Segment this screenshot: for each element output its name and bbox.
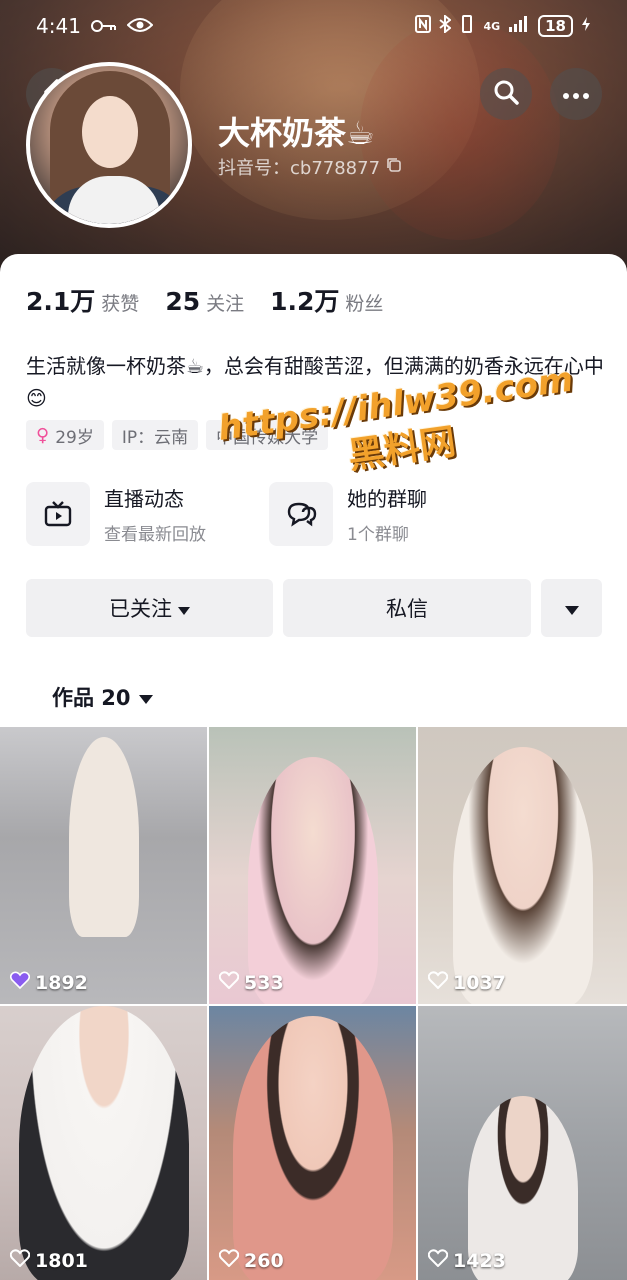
tab-works-label: 作品 20	[52, 686, 131, 710]
search-icon	[492, 78, 520, 110]
key-icon	[90, 14, 117, 38]
stat-label: 粉丝	[345, 293, 384, 315]
status-bar: 4:41 4G 18	[0, 0, 627, 52]
charging-icon	[581, 16, 591, 36]
caret-down-icon	[564, 596, 579, 620]
like-count: 260	[244, 1249, 284, 1272]
like-count: 1037	[453, 971, 506, 994]
stat-followers[interactable]: 1.2万 粉丝	[270, 282, 383, 318]
video-thumbnail[interactable]: 1892	[0, 727, 207, 1004]
female-icon: ♀	[36, 424, 50, 446]
video-likes: 260	[218, 1249, 284, 1272]
more-icon	[562, 85, 590, 104]
douyin-id[interactable]: 抖音号：cb778877	[218, 154, 402, 180]
tag-text: IP：云南	[121, 427, 189, 448]
profile-name: 大杯奶茶☕	[218, 114, 375, 152]
video-grid: 1892 533 1037 1801 260 1423	[0, 727, 627, 1280]
following-button[interactable]: 已关注	[26, 579, 273, 637]
video-thumbnail[interactable]: 260	[209, 1006, 416, 1280]
profile-card: 2.1万 获赞 25 关注 1.2万 粉丝 生活就像一杯奶茶☕，总会有甜酸苦涩，但满满…	[0, 254, 627, 734]
caret-down-icon	[178, 596, 190, 620]
heart-icon	[218, 1249, 240, 1272]
network-label: 4G	[483, 19, 501, 33]
chat-icon	[269, 482, 333, 546]
caret-down-icon	[138, 685, 153, 709]
more-options-button[interactable]	[541, 579, 602, 637]
feature-subtitle: 查看最新回放	[104, 525, 206, 545]
video-likes: 533	[218, 971, 284, 994]
group-chat-feature[interactable]: 她的群聊 1个群聊	[269, 482, 427, 546]
tag-age: ♀ 29岁	[26, 420, 104, 450]
eye-icon	[126, 14, 154, 38]
heart-icon	[427, 971, 449, 994]
stat-label: 关注	[206, 293, 245, 315]
tag-ip: IP：云南	[111, 420, 199, 450]
status-time: 4:41	[36, 14, 81, 38]
message-button[interactable]: 私信	[283, 579, 531, 637]
video-likes: 1892	[9, 971, 88, 994]
stat-value: 25	[165, 287, 201, 316]
stat-label: 获赞	[101, 293, 140, 315]
battery-indicator: 18	[538, 15, 573, 37]
stat-value: 1.2万	[270, 287, 340, 316]
video-likes: 1801	[9, 1249, 88, 1272]
feature-subtitle: 1个群聊	[347, 525, 409, 545]
vibrate-icon	[459, 15, 475, 37]
copy-icon[interactable]	[386, 157, 402, 178]
video-likes: 1423	[427, 1249, 506, 1272]
bluetooth-icon	[439, 13, 453, 37]
tv-icon	[26, 482, 90, 546]
stats-row: 2.1万 获赞 25 关注 1.2万 粉丝	[26, 282, 383, 318]
like-count: 533	[244, 971, 284, 994]
heart-icon	[427, 1249, 449, 1272]
video-thumbnail[interactable]: 1037	[418, 727, 627, 1004]
video-thumbnail[interactable]: 1801	[0, 1006, 207, 1280]
message-label: 私信	[386, 597, 428, 621]
search-button[interactable]	[480, 68, 532, 120]
feature-title: 她的群聊	[347, 487, 427, 511]
tag-text: 29岁	[55, 427, 94, 448]
like-count: 1892	[35, 971, 88, 994]
feature-title: 直播动态	[104, 487, 184, 511]
stat-likes[interactable]: 2.1万 获赞	[26, 282, 139, 318]
video-thumbnail[interactable]: 1423	[418, 1006, 627, 1280]
heart-icon	[9, 1249, 31, 1272]
avatar[interactable]	[26, 62, 192, 228]
more-button[interactable]	[550, 68, 602, 120]
heart-icon	[9, 971, 31, 994]
video-likes: 1037	[427, 971, 506, 994]
douyin-id-text: 抖音号：cb778877	[218, 158, 381, 179]
heart-icon	[218, 971, 240, 994]
like-count: 1801	[35, 1249, 88, 1272]
stat-value: 2.1万	[26, 287, 96, 316]
tab-works[interactable]: 作品 20	[52, 682, 153, 712]
video-thumbnail[interactable]: 533	[209, 727, 416, 1004]
live-feature[interactable]: 直播动态 查看最新回放	[26, 482, 206, 546]
like-count: 1423	[453, 1249, 506, 1272]
following-label: 已关注	[109, 597, 172, 621]
stat-following[interactable]: 25 关注	[165, 287, 244, 316]
signal-icon	[508, 15, 530, 37]
nfc-icon	[415, 15, 432, 37]
